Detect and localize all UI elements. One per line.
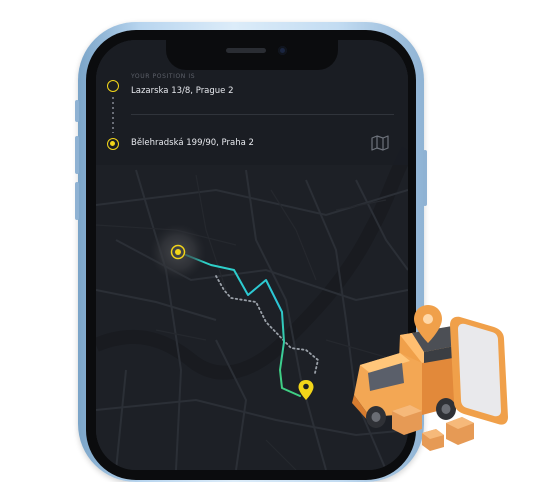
front-camera: [278, 46, 287, 55]
origin-caption: YOUR POSITION IS: [131, 73, 196, 80]
location-dot-center: [175, 249, 181, 255]
volume-button: [75, 136, 79, 174]
route-connector: [112, 97, 114, 133]
divider: [131, 114, 394, 115]
map-icon[interactable]: [371, 135, 389, 151]
origin-marker-icon: [107, 80, 119, 92]
origin-address[interactable]: Lazarska 13/8, Prague 2: [131, 86, 234, 96]
destination-marker-icon: [107, 138, 119, 150]
power-button: [423, 150, 427, 206]
smartphone-icon: [450, 316, 508, 425]
delivery-truck-illustration: [352, 305, 508, 451]
volume-button: [75, 100, 79, 122]
volume-button: [75, 182, 79, 220]
destination-address[interactable]: Bělehradská 199/90, Praha 2: [131, 138, 254, 148]
speaker-grille: [226, 48, 266, 53]
notch: [166, 40, 338, 70]
